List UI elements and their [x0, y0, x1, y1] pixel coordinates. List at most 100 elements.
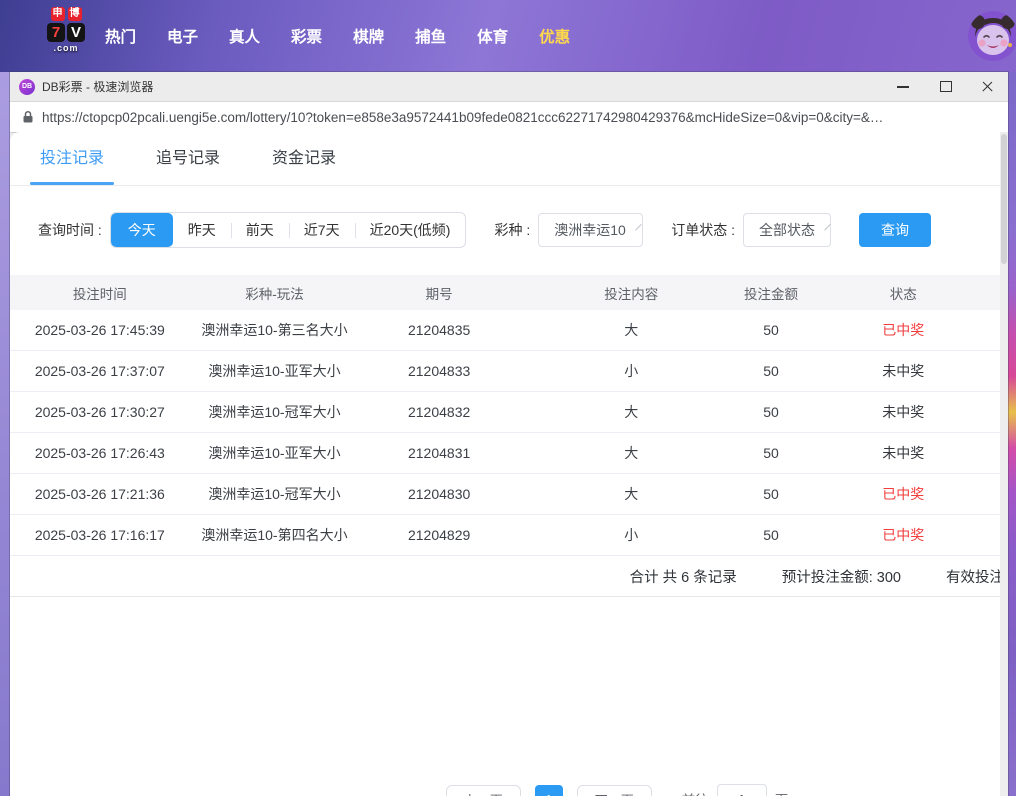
- minimize-icon: [897, 86, 909, 88]
- maximize-icon: [940, 81, 952, 92]
- cell-bet-amount: 50: [744, 322, 799, 338]
- nav-item-live[interactable]: 真人: [229, 25, 260, 47]
- user-avatar[interactable]: [968, 11, 1016, 61]
- screen: 申 博 7 V .com 热门 电子 真人 彩票 棋牌 捕鱼 体育 优惠: [0, 0, 1016, 796]
- logo-main: 7 V: [35, 23, 97, 42]
- cell-status: 未中奖: [798, 443, 1008, 463]
- table-row: 2025-03-26 17:37:07 澳洲幸运10-亚军大小 21204833…: [10, 351, 1008, 392]
- cell-game-play: 澳洲幸运10-冠军大小: [190, 484, 360, 504]
- search-button[interactable]: 查询: [859, 213, 931, 247]
- cell-status: 已中奖: [798, 320, 1008, 340]
- nav-item-sports[interactable]: 体育: [477, 25, 508, 47]
- cell-status: 已中奖: [798, 484, 1008, 504]
- browser-urlbar[interactable]: https://ctopcp02pcali.uengi5e.com/lotter…: [10, 101, 1008, 133]
- lottery-select-value: 澳洲幸运10: [554, 220, 626, 240]
- logo-domain: .com: [35, 43, 97, 53]
- col-bet-content: 投注内容: [519, 283, 744, 303]
- cell-bet-amount: 50: [744, 527, 799, 543]
- nav-item-lottery[interactable]: 彩票: [291, 25, 322, 47]
- time-20days-button[interactable]: 近20天(低频): [355, 213, 466, 247]
- time-7days-button[interactable]: 近7天: [289, 213, 355, 247]
- goto-page-input[interactable]: [717, 784, 767, 796]
- time-range-group: 今天 昨天 前天 近7天 近20天(低频): [110, 212, 467, 248]
- summary-total-records: 合计 共 6 条记录: [630, 566, 737, 587]
- site-top-nav: 申 博 7 V .com 热门 电子 真人 彩票 棋牌 捕鱼 体育 优惠: [0, 0, 1016, 72]
- next-page-button[interactable]: 下一页: [577, 785, 652, 796]
- cell-bet-time: 2025-03-26 17:26:43: [10, 445, 190, 461]
- filter-bar: 查询时间 : 今天 昨天 前天 近7天 近20天(低频) 彩种 : 澳洲幸运10…: [10, 212, 1008, 248]
- nav-item-slots[interactable]: 电子: [167, 25, 198, 47]
- order-status-value: 全部状态: [759, 220, 815, 240]
- cell-bet-content: 小: [519, 361, 744, 381]
- cell-status: 未中奖: [798, 402, 1008, 422]
- cell-bet-time: 2025-03-26 17:21:36: [10, 486, 190, 502]
- col-game-play: 彩种-玩法: [190, 283, 360, 303]
- scrollbar[interactable]: [1000, 132, 1008, 796]
- chevron-down-icon: [824, 224, 830, 230]
- time-yesterday-button[interactable]: 昨天: [173, 213, 231, 247]
- nav-item-hot[interactable]: 热门: [105, 25, 136, 47]
- url-text[interactable]: https://ctopcp02pcali.uengi5e.com/lotter…: [42, 110, 883, 125]
- avatar-illustration: [968, 11, 1016, 61]
- tab-fund-records[interactable]: 资金记录: [272, 132, 336, 185]
- page-number-current[interactable]: 1: [535, 785, 563, 796]
- table-row: 2025-03-26 17:45:39 澳洲幸运10-第三名大小 2120483…: [10, 310, 1008, 351]
- lottery-select[interactable]: 澳洲幸运10: [538, 213, 643, 247]
- logo-7: 7: [47, 23, 65, 42]
- site-logo[interactable]: 申 博 7 V .com: [35, 7, 97, 53]
- time-today-button[interactable]: 今天: [111, 213, 173, 247]
- close-button[interactable]: [966, 72, 1008, 101]
- nav-item-promo[interactable]: 优惠: [539, 25, 570, 47]
- cell-bet-content: 大: [519, 484, 744, 504]
- tab-bet-records[interactable]: 投注记录: [40, 132, 104, 185]
- nav-item-board[interactable]: 棋牌: [353, 25, 384, 47]
- query-time-label: 查询时间 :: [38, 220, 102, 240]
- cell-bet-content: 大: [519, 402, 744, 422]
- cell-bet-time: 2025-03-26 17:37:07: [10, 363, 190, 379]
- page-background-right: [1008, 72, 1016, 796]
- cell-bet-content: 大: [519, 443, 744, 463]
- cell-status: 已中奖: [798, 525, 1008, 545]
- cell-game-play: 澳洲幸运10-第四名大小: [190, 525, 360, 545]
- site-menu: 热门 电子 真人 彩票 棋牌 捕鱼 体育 优惠: [105, 0, 570, 72]
- cell-bet-time: 2025-03-26 17:16:17: [10, 527, 190, 543]
- col-bet-amount: 投注金额: [744, 283, 799, 303]
- goto-page-label: 前往: [682, 789, 709, 796]
- cell-bet-amount: 50: [744, 445, 799, 461]
- order-status-label: 订单状态 :: [671, 220, 735, 240]
- cell-bet-amount: 50: [744, 486, 799, 502]
- order-status-select[interactable]: 全部状态: [743, 213, 831, 247]
- table-row: 2025-03-26 17:21:36 澳洲幸运10-冠军大小 21204830…: [10, 474, 1008, 515]
- nav-item-fishing[interactable]: 捕鱼: [415, 25, 446, 47]
- table-row: 2025-03-26 17:16:17 澳洲幸运10-第四名大小 2120482…: [10, 515, 1008, 556]
- bet-records-table: 投注时间 彩种-玩法 期号 投注内容 投注金额 状态 2025-03-26 17…: [10, 275, 1008, 556]
- record-tabs: 投注记录 追号记录 资金记录: [10, 132, 1008, 186]
- cell-bet-time: 2025-03-26 17:30:27: [10, 404, 190, 420]
- cell-game-play: 澳洲幸运10-亚军大小: [190, 443, 360, 463]
- browser-favicon-icon: DB: [19, 79, 35, 95]
- table-summary-row: 合计 共 6 条记录 预计投注金额: 300 有效投注金额: [10, 556, 1008, 597]
- pagination: 上一页 1 下一页 前往 页: [118, 784, 1008, 796]
- cell-issue: 21204829: [359, 527, 519, 543]
- browser-window: DB DB彩票 - 极速浏览器 https://ctopcp02pcali.ue…: [10, 72, 1008, 796]
- maximize-button[interactable]: [924, 72, 966, 101]
- tab-chase-records[interactable]: 追号记录: [156, 132, 220, 185]
- logo-badges: 申 博: [35, 7, 97, 21]
- prev-page-button[interactable]: 上一页: [446, 785, 521, 796]
- cell-bet-amount: 50: [744, 404, 799, 420]
- cell-issue: 21204830: [359, 486, 519, 502]
- minimize-button[interactable]: [882, 72, 924, 101]
- cell-bet-time: 2025-03-26 17:45:39: [10, 322, 190, 338]
- cell-game-play: 澳洲幸运10-冠军大小: [190, 402, 360, 422]
- summary-valid-amount: 有效投注金额: [946, 566, 1008, 587]
- cell-issue: 21204833: [359, 363, 519, 379]
- time-daybefore-button[interactable]: 前天: [231, 213, 289, 247]
- cell-bet-content: 小: [519, 525, 744, 545]
- scrollbar-thumb[interactable]: [1001, 134, 1007, 264]
- cell-game-play: 澳洲幸运10-亚军大小: [190, 361, 360, 381]
- window-controls: [882, 72, 1008, 101]
- cell-game-play: 澳洲幸运10-第三名大小: [190, 320, 360, 340]
- window-title: DB彩票 - 极速浏览器: [42, 78, 153, 95]
- chevron-down-icon: [635, 224, 641, 230]
- summary-expected-amount: 预计投注金额: 300: [782, 566, 901, 587]
